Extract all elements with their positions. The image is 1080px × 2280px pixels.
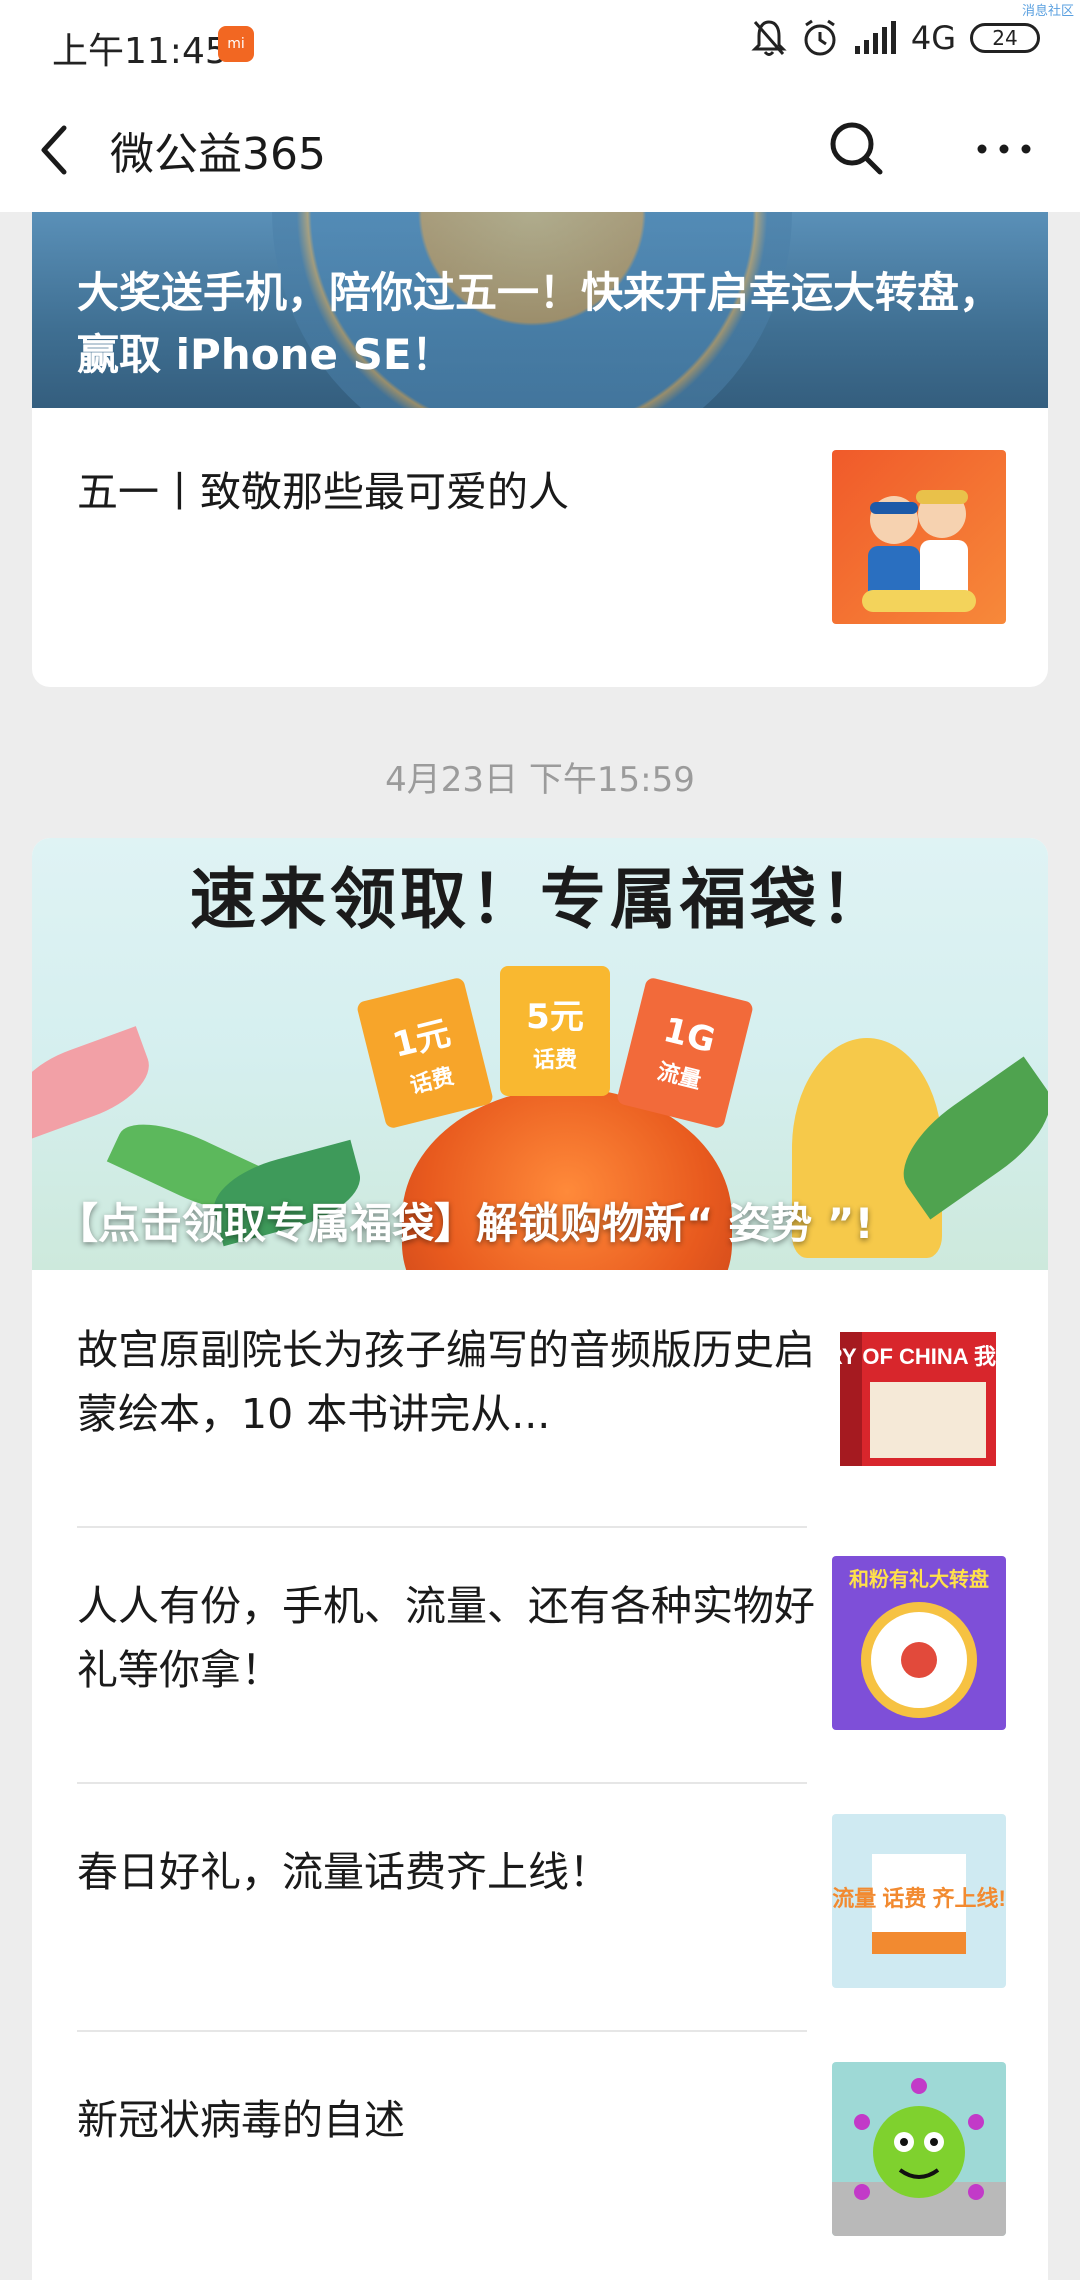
nav-bar: 微公益365: [0, 90, 1080, 212]
flower-decoration: [32, 1026, 160, 1140]
article-title: 新冠状病毒的自述: [77, 2096, 405, 2144]
alarm-icon: [804, 19, 836, 56]
banner-headline: 大奖送手机，陪你过五一！快来开启幸运大转盘，赢取 iPhone SE！: [77, 268, 1002, 379]
banner-caption: 【点击领取专属福袋】解锁购物新“ 姿势 ”!: [56, 1199, 874, 1248]
thumb-caption: 和粉有礼大转盘: [849, 1567, 989, 1591]
book-cover-text: HISTORY OF CHINA 我们的历史: [832, 1344, 1006, 1369]
workers-illustration: [862, 490, 976, 612]
article-thumbnail: [832, 450, 1006, 624]
article-thumbnail: [832, 2062, 1006, 2236]
corner-tag: 消息社区: [1021, 4, 1074, 19]
thumb-caption: 流量 话费 齐上线!: [832, 1886, 1006, 1911]
coupon-label: 话费: [407, 1063, 457, 1099]
list-item[interactable]: 人人有份，手机、流量、还有各种实物好礼等你拿！ 和粉有礼大转盘: [32, 1528, 1048, 1784]
status-icons: 4G 24: [751, 18, 1040, 58]
article-card: 速来领取！专属福袋！ 1元 话费 5元 话费 1G 流量 【点击领取专属福袋】解…: [32, 838, 1048, 2280]
list-item[interactable]: 春日好礼，流量话费齐上线！ 流量 话费 齐上线!: [32, 1784, 1048, 2032]
article-card: 大奖送手机，陪你过五一！快来开启幸运大转盘，赢取 iPhone SE！ 五一丨致…: [32, 212, 1048, 687]
page-title: 微公益365: [110, 129, 326, 180]
network-type: 4G: [910, 19, 956, 57]
article-title: 五一丨致敬那些最可爱的人: [77, 468, 569, 516]
signal-icon: [854, 21, 896, 54]
banner-article[interactable]: 速来领取！专属福袋！ 1元 话费 5元 话费 1G 流量 【点击领取专属福袋】解…: [32, 838, 1048, 1270]
coupon-amount: 1元: [388, 1012, 455, 1066]
book-cover-image: HISTORY OF CHINA 我们的历史: [832, 1332, 1006, 1466]
more-icon[interactable]: [974, 134, 1034, 164]
virus-illustration: [832, 2078, 1006, 2236]
article-thumbnail: 和粉有礼大转盘: [832, 1556, 1006, 1730]
list-item[interactable]: 故宫原副院长为孩子编写的音频版历史启蒙绘本，10 本书讲完从... HISTOR…: [32, 1270, 1048, 1528]
banner-title: 速来领取！专属福袋！: [190, 861, 890, 938]
coupon-label: 话费: [532, 1047, 577, 1073]
coupon-amount: 5元: [526, 996, 584, 1037]
article-thumbnail: [832, 662, 1006, 687]
status-bar: 上午11:45 mi 消息社区 4G 24: [0, 0, 1080, 90]
bell-off-icon: [751, 20, 787, 56]
status-time: 上午11:45: [52, 31, 228, 72]
coupon-3: 1G 流量: [615, 976, 755, 1130]
coupon-amount: 1G: [659, 1009, 720, 1062]
coupon-2: 5元 话费: [500, 966, 610, 1096]
mi-notification-icon: mi: [218, 26, 254, 62]
timestamp: 4月23日 下午15:59: [385, 760, 695, 800]
article-thumbnail: 流量 话费 齐上线!: [832, 1814, 1006, 1988]
article-title: 春日好礼，流量话费齐上线！: [77, 1848, 610, 1896]
back-icon[interactable]: [36, 120, 76, 180]
battery-icon: 24: [970, 23, 1040, 53]
coupon-1: 1元 话费: [355, 976, 495, 1130]
banner-article[interactable]: 大奖送手机，陪你过五一！快来开启幸运大转盘，赢取 iPhone SE！: [32, 212, 1048, 408]
article-thumbnail: HISTORY OF CHINA 我们的历史: [832, 1312, 1006, 1486]
spring-gift-thumbnail: 流量 话费 齐上线!: [832, 1854, 1006, 1954]
article-title: 故宫原副院长为孩子编写的音频版历史启蒙绘本，10 本书讲完从...: [77, 1326, 815, 1438]
lucky-wheel-thumbnail: 和粉有礼大转盘: [849, 1567, 989, 1718]
coupon-label: 流量: [654, 1059, 704, 1095]
battery-level: 24: [992, 26, 1018, 50]
search-icon[interactable]: [828, 118, 884, 178]
list-item[interactable]: 新冠状病毒的自述: [32, 2032, 1048, 2280]
article-title: 人人有份，手机、流量、还有各种实物好礼等你拿！: [77, 1582, 815, 1694]
